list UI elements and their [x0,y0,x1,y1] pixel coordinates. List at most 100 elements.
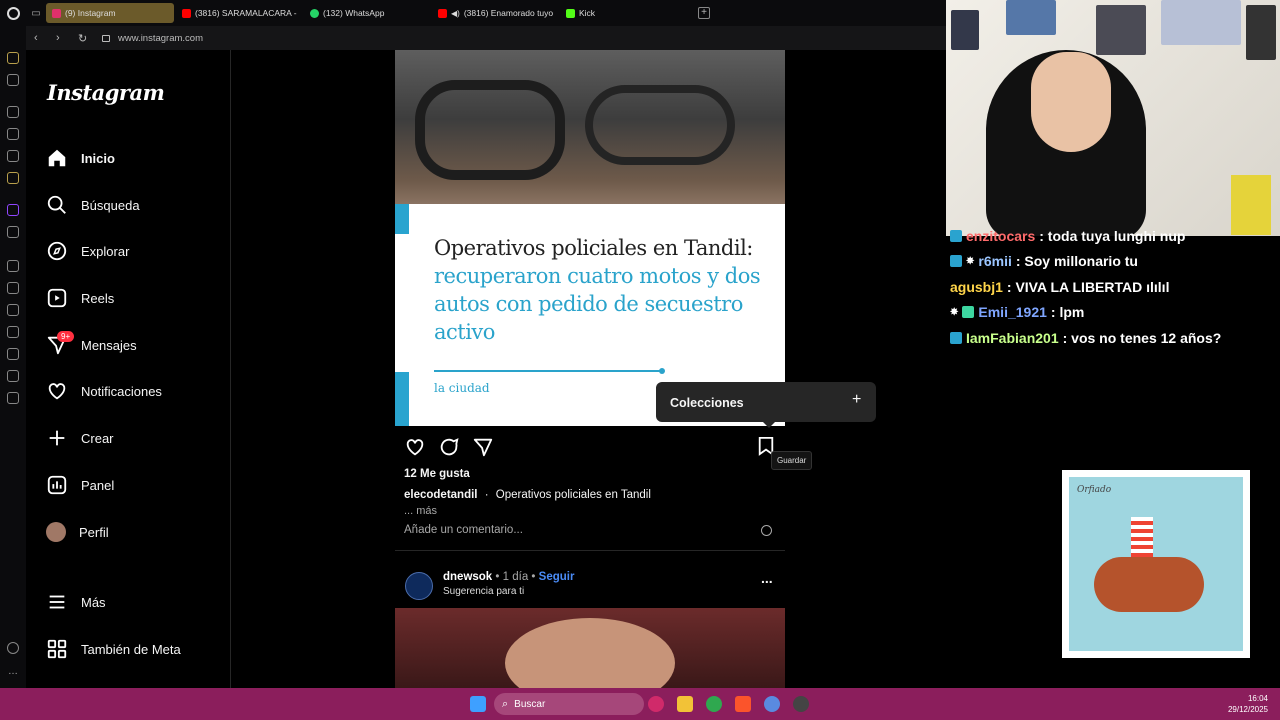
chrome-icon[interactable] [706,696,722,712]
share-icon[interactable] [472,436,494,458]
kick-favicon-icon [566,8,575,18]
card-source: la ciudad [434,381,490,395]
url-text[interactable]: www.instagram.com [118,33,203,44]
next-post-header: dnewsok • 1 día • Seguir Sugerencia para… [405,570,785,606]
nav-reels[interactable]: Reels [46,284,114,312]
more-link[interactable]: ... más [404,505,437,517]
nav-explorar[interactable]: Explorar [46,237,129,265]
pin-icon[interactable] [7,326,19,338]
sidebar-home-icon[interactable] [7,52,19,64]
reels-icon [47,288,67,308]
avatar [46,522,66,542]
forward-icon[interactable]: › [56,32,70,44]
nav-busqueda[interactable]: Búsqueda [46,191,140,219]
speaker-icon: ◀) [451,8,460,18]
meta-icon [47,639,67,659]
nav-inicio[interactable]: Inicio [46,144,115,172]
clock-date: 29/12/2025 [1227,705,1268,714]
sidebar-gaming-icon[interactable] [7,74,19,86]
sidebar-refresh-icon[interactable] [7,106,19,118]
avatar[interactable] [405,572,433,600]
boy-drawing [1131,517,1153,557]
caption-text: Operativos policiales en Tandil [495,489,651,501]
motorcycle-shape [585,85,735,165]
ccleaner-icon[interactable] [764,696,780,712]
sidebar-media-icon[interactable] [7,172,19,184]
youtube-favicon-icon [438,8,447,18]
chat-message: enzitocars : toda tuya lunghi nup [950,228,1185,244]
comment-icon[interactable] [438,436,460,458]
tab-overview-icon[interactable]: ▭ [26,8,46,19]
search-icon: ⌕ [502,697,509,710]
obs-icon[interactable] [793,696,809,712]
collections-title[interactable]: Colecciones [670,396,744,410]
nav-tambien-de-meta[interactable]: También de Meta [46,635,181,663]
reload-icon[interactable]: ↻ [78,32,92,45]
suggestion-label: Sugerencia para ti [443,586,525,597]
instagram-logo[interactable]: Instagram [47,80,165,105]
instagram-favicon-icon [52,8,61,18]
player-icon[interactable] [7,260,19,272]
instagram-sidebar: Instagram Inicio Búsqueda Explorar Reels [26,50,231,688]
file-explorer-icon[interactable] [677,696,693,712]
more-icon[interactable]: … [8,666,18,677]
wall-poster [951,10,979,50]
history-icon[interactable] [7,348,19,360]
post-author[interactable]: elecodetandil [404,489,478,501]
taskbar: ⌕ Buscar 16:04 29/12/2025 [0,688,1280,720]
back-icon[interactable]: ‹ [34,32,48,44]
add-collection-button[interactable]: + [852,391,861,409]
twitch-icon[interactable] [7,204,19,216]
chat-badge-icon [950,255,962,267]
sidebar-note-icon[interactable] [7,150,19,162]
tab-whatsapp[interactable]: (132) WhatsApp [304,3,432,23]
chat-message: ✸ Emii_1921 : lpm [950,304,1085,320]
tab-bar: ▭ (9) Instagram (3816) SARAMALACARA - (1… [0,0,946,26]
card-accent-bar [395,204,409,234]
x-icon[interactable] [7,226,19,238]
apps-icon[interactable] [7,282,19,294]
sidebar-flask-icon[interactable] [7,128,19,140]
likes-count[interactable]: 12 Me gusta [404,468,470,480]
follow-button[interactable]: Seguir [539,571,575,583]
clock-time: 16:04 [1247,694,1268,703]
whatsapp-favicon-icon [310,8,319,18]
nav-crear[interactable]: Crear [46,424,114,452]
nav-mas[interactable]: Más [46,588,106,616]
browser-window: ▭ (9) Instagram (3816) SARAMALACARA - (1… [0,0,946,708]
new-tab-button[interactable]: + [698,7,710,19]
brave-icon[interactable] [735,696,751,712]
extensions-icon[interactable] [7,370,19,382]
emoji-icon[interactable] [761,525,772,536]
next-post-author[interactable]: dnewsok [443,571,492,583]
close-icon[interactable] [7,642,19,654]
tab-kick[interactable]: Kick [560,3,680,23]
windows-start-icon[interactable] [470,696,486,712]
settings-icon[interactable] [7,392,19,404]
search-icon [47,195,66,214]
nav-perfil[interactable]: Perfil [46,518,109,546]
comment-input[interactable]: Añade un comentario... [404,524,523,536]
youtube-favicon-icon [182,8,191,18]
webcam-overlay [946,0,1280,240]
like-heart-icon[interactable] [404,436,426,458]
tab-instagram[interactable]: (9) Instagram [46,3,174,23]
heart-icon[interactable] [7,304,19,316]
tab-youtube-2[interactable]: ◀) (3816) Enamorado tuyo [432,3,560,23]
post-actions [404,436,494,458]
wall-poster [1246,5,1276,60]
next-post-image[interactable] [395,608,785,708]
gift-badge-icon: ✸ [950,306,959,318]
nav-panel[interactable]: Panel [46,471,114,499]
system-clock[interactable]: 16:04 29/12/2025 [1228,693,1268,715]
nav-notificaciones[interactable]: Notificaciones [46,377,162,405]
taskbar-search[interactable]: ⌕ Buscar [494,693,644,715]
tab-youtube-1[interactable]: (3816) SARAMALACARA - [176,3,304,23]
nav-mensajes[interactable]: 9+ Mensajes [46,331,137,359]
notification-badge: 9+ [57,331,75,342]
chat-message: ✸ r6mii : Soy millonario tu [950,253,1138,269]
post-image-motorcycles[interactable] [395,50,785,204]
more-options-icon[interactable]: ... [761,570,773,586]
opera-taskbar-icon[interactable] [648,696,664,712]
opera-logo-icon[interactable] [0,0,26,26]
